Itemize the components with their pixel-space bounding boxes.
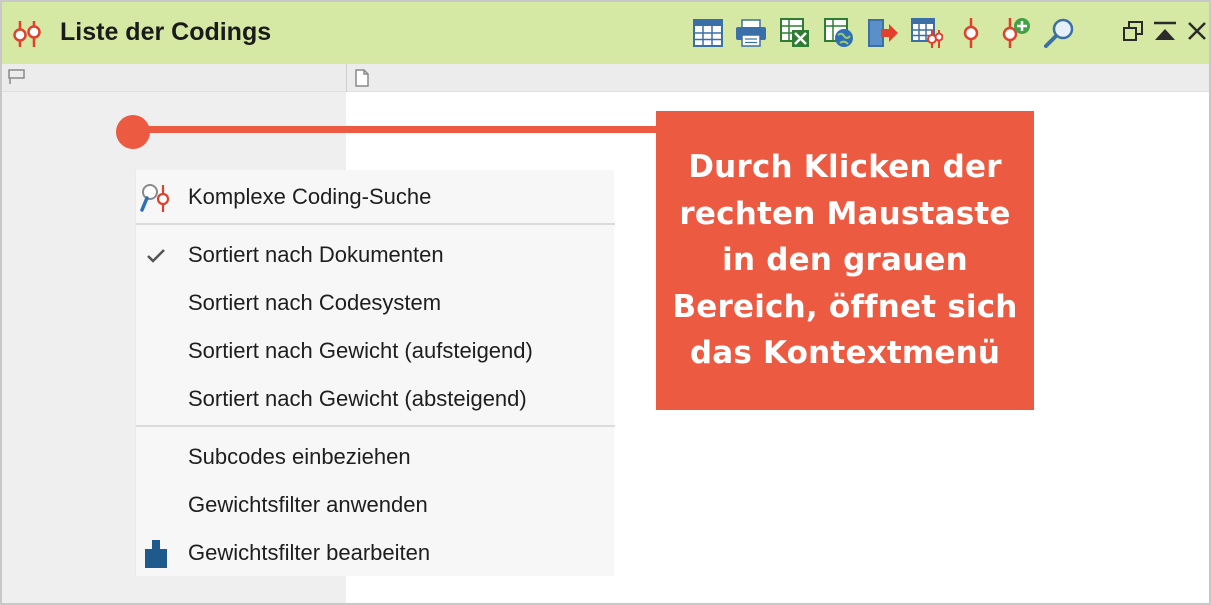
menu-item-label: Sortiert nach Gewicht (aufsteigend)	[188, 338, 533, 363]
table-view-button[interactable]	[691, 16, 725, 50]
export-icon	[867, 18, 899, 48]
menu-item-sort-by-weight-ascending[interactable]: Sortiert nach Gewicht (aufsteigend)	[136, 328, 615, 372]
menu-item-sort-by-codesystem[interactable]: Sortiert nach Codesystem	[136, 280, 615, 324]
callout-text: Durch Klicken der rechten Maustaste in d…	[672, 149, 1018, 372]
restore-button[interactable]	[1120, 20, 1146, 46]
table-codings-icon	[911, 18, 943, 48]
html-export-button[interactable]	[822, 16, 856, 50]
excel-export-icon	[780, 18, 810, 48]
coding-icon	[959, 17, 983, 49]
context-menu: Komplexe Coding-Suche Sortiert nach Doku…	[135, 170, 615, 576]
coding-list-icon	[12, 19, 42, 49]
menu-item-apply-weight-filter[interactable]: Gewichtsfilter anwenden	[136, 482, 615, 526]
callout-box: Durch Klicken der rechten Maustaste in d…	[656, 111, 1034, 410]
html-export-icon	[824, 18, 854, 48]
menu-item-label: Gewichtsfilter anwenden	[188, 492, 428, 517]
menu-item-label: Komplexe Coding-Suche	[188, 184, 432, 209]
menu-item-label: Sortiert nach Gewicht (absteigend)	[188, 386, 527, 411]
complex-search-icon	[140, 182, 172, 214]
code-column-icon[interactable]	[8, 69, 26, 89]
minimize-icon	[1153, 20, 1177, 46]
column-separator[interactable]	[346, 64, 347, 92]
menu-item-include-subcodes[interactable]: Subcodes einbeziehen	[136, 434, 615, 478]
table-codings-button[interactable]	[910, 16, 944, 50]
window-title: Liste der Codings	[60, 18, 272, 46]
menu-item-edit-weight-filter[interactable]: Gewichtsfilter bearbeiten	[136, 530, 615, 574]
print-button[interactable]	[734, 16, 768, 50]
menu-item-sort-by-weight-descending[interactable]: Sortiert nach Gewicht (absteigend)	[136, 376, 615, 420]
close-icon	[1187, 21, 1207, 45]
title-bar: Liste der Codings	[2, 2, 1209, 64]
menu-item-label: Sortiert nach Codesystem	[188, 290, 442, 315]
weight-icon	[140, 538, 172, 570]
export-button[interactable]	[866, 16, 900, 50]
menu-item-label: Gewichtsfilter bearbeiten	[188, 540, 431, 565]
coding-button[interactable]	[954, 16, 988, 50]
excel-export-button[interactable]	[778, 16, 812, 50]
menu-separator	[136, 425, 615, 427]
callout-connector-line	[132, 126, 658, 133]
minimize-button[interactable]	[1152, 20, 1178, 46]
checkmark-icon	[140, 240, 172, 272]
menu-item-complex-coding-search[interactable]: Komplexe Coding-Suche	[136, 174, 615, 218]
menu-item-label: Subcodes einbeziehen	[188, 444, 411, 469]
print-icon	[735, 19, 767, 47]
coding-list-window: Liste der Codings Durch Klicken der rech…	[0, 0, 1211, 605]
search-button[interactable]	[1042, 16, 1076, 50]
menu-separator	[136, 223, 615, 225]
menu-item-label: Sortiert nach Dokumenten	[188, 242, 444, 267]
document-column-icon[interactable]	[354, 69, 370, 91]
search-icon	[1043, 17, 1075, 49]
menu-item-sort-by-documents[interactable]: Sortiert nach Dokumenten	[136, 232, 615, 276]
add-coding-icon	[999, 17, 1031, 49]
restore-icon	[1122, 20, 1144, 46]
callout-marker-dot	[116, 115, 150, 149]
column-header	[2, 64, 1209, 92]
close-button[interactable]	[1184, 20, 1209, 46]
add-coding-button[interactable]	[998, 16, 1032, 50]
table-view-icon	[693, 19, 723, 47]
